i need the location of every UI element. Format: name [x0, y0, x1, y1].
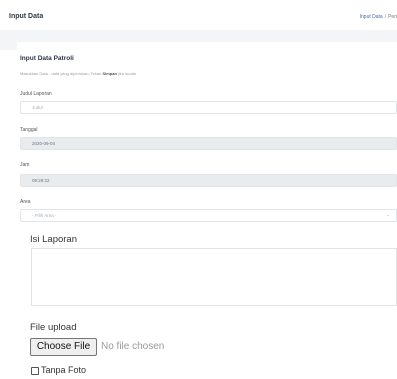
- no-file-text: No file chosen: [101, 341, 165, 352]
- judul-label: Judul Laporan: [20, 91, 52, 97]
- jam-label: Jam: [20, 162, 30, 168]
- breadcrumb: Input Data / Peri: [360, 14, 397, 20]
- area-select[interactable]: - Pilih Area - ⌄: [20, 209, 397, 222]
- isi-laporan-label: Isi Laporan: [30, 234, 78, 245]
- hint-bold: Simpan: [102, 71, 117, 76]
- choose-file-button[interactable]: Choose File: [30, 338, 97, 356]
- tanggal-label: Tanggal: [20, 127, 38, 133]
- tanpa-foto-checkbox[interactable]: [31, 367, 39, 375]
- area-label: Area: [20, 199, 31, 205]
- area-selected: - Pilih Area -: [32, 213, 57, 218]
- page-title: Input Data: [9, 13, 44, 20]
- hint-suffix: jika sudah: [118, 71, 137, 76]
- hint-prefix: Masukkan Data - data yang diperlukan, Te…: [20, 71, 102, 76]
- breadcrumb-current: Peri: [388, 14, 397, 20]
- form-hint: Masukkan Data - data yang diperlukan, Te…: [20, 71, 136, 76]
- form-card: Input Data Patroli Masukkan Data - data …: [17, 42, 397, 232]
- isi-laporan-textarea[interactable]: [31, 248, 397, 306]
- judul-input[interactable]: Judul: [20, 101, 397, 114]
- file-upload-label: File upload: [30, 322, 77, 333]
- breadcrumb-link-input-data[interactable]: Input Data: [360, 14, 383, 20]
- breadcrumb-separator: /: [384, 14, 387, 20]
- judul-placeholder: Judul: [32, 105, 43, 110]
- tanggal-input[interactable]: 2020-09-04: [20, 137, 397, 150]
- jam-value: 09:29:22: [32, 178, 50, 183]
- jam-input[interactable]: 09:29:22: [20, 174, 397, 187]
- top-header: Input Data Input Data / Peri: [0, 0, 397, 30]
- chevron-down-icon: ⌄: [385, 212, 390, 218]
- tanpa-foto-label[interactable]: Tanpa Foto: [41, 365, 86, 375]
- form-title: Input Data Patroli: [20, 55, 74, 62]
- tanggal-value: 2020-09-04: [32, 141, 56, 146]
